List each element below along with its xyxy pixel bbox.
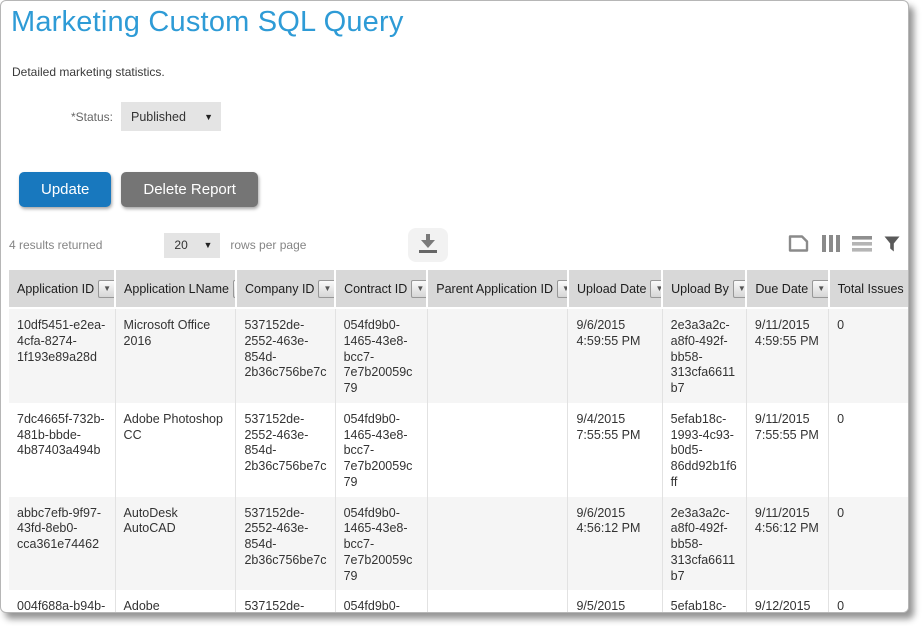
table-cell: 537152de-2552-463e-854d-2b36c756be7c (236, 590, 335, 613)
table-row: abbc7efb-9f97-43fd-8eb0-cca361e74462Auto… (9, 497, 908, 591)
table-cell: 0 (829, 590, 908, 613)
column-menu-button[interactable]: ▼ (557, 280, 568, 298)
column-header-label: Application LName (124, 282, 229, 296)
table-cell: 9/5/2015 3:15:27 AM (568, 590, 662, 613)
table-cell: 9/12/2015 3:15:27 AM (746, 590, 828, 613)
table-cell: 054fd9b0-1465-43e8-bcc7-7e7b20059c79 (335, 497, 427, 591)
status-select[interactable]: Published ▼ (121, 102, 221, 131)
page-title: Marketing Custom SQL Query (11, 6, 908, 39)
table-cell: 537152de-2552-463e-854d-2b36c756be7c (236, 497, 335, 591)
table-row: 004f688a-b94b-4ccf-86de-e4b9cbbb9cdeAdob… (9, 590, 908, 613)
results-count: 4 results returned (9, 238, 102, 252)
table-cell: 5efab18c-1993-4c93-b0d5-86dd92b1f6ff (662, 403, 746, 497)
update-button[interactable]: Update (19, 172, 111, 207)
columns-view-button[interactable] (822, 235, 840, 255)
column-header-label: Company ID (245, 282, 314, 296)
table-cell: 2e3a3a2c-a8f0-492f-bb58-313cfa6611b7 (662, 308, 746, 403)
table-cell: 9/6/2015 4:59:55 PM (568, 308, 662, 403)
column-menu-button[interactable]: ▼ (411, 280, 427, 298)
table-cell: Adobe Photoshop CC (115, 403, 236, 497)
table-cell: 537152de-2552-463e-854d-2b36c756be7c (236, 308, 335, 403)
table-view-icons (787, 234, 900, 256)
rows-view-button[interactable] (852, 236, 872, 255)
page-subtitle: Detailed marketing statistics. (12, 65, 908, 79)
table-cell (427, 308, 568, 403)
table-cell: 054fd9b0-1465-43e8-bcc7-7e7b20059c79 (335, 308, 427, 403)
table-cell: 9/6/2015 4:56:12 PM (568, 497, 662, 591)
column-header: Upload Date▼ (568, 270, 662, 308)
column-header-label: Application ID (17, 282, 94, 296)
column-header-label: Contract ID (344, 282, 407, 296)
column-header: Company ID ▼ (236, 270, 335, 308)
status-label: *Status: (1, 110, 113, 124)
table-cell: 054fd9b0-1465-43e8-bcc7-7e7b20059c79 (335, 590, 427, 613)
results-toolbar: 4 results returned 20 ▼ rows per page (9, 228, 900, 262)
column-header: Total Issues▼ (829, 270, 908, 308)
column-header-label: Total Issues (838, 282, 904, 296)
table-cell: 9/11/2015 4:59:55 PM (746, 308, 828, 403)
table-cell: 0 (829, 403, 908, 497)
chevron-down-icon: ▼ (203, 240, 212, 250)
page-size-select[interactable]: 20 ▼ (164, 233, 220, 258)
results-table: Application ID▼Application LName▼Company… (9, 270, 908, 613)
column-menu-button[interactable]: ▼ (812, 280, 828, 298)
export-page-button[interactable] (787, 234, 810, 256)
column-header-label: Parent Application ID (436, 282, 553, 296)
columns-icon (822, 235, 840, 255)
filter-icon (884, 236, 900, 255)
column-header: Application LName▼ (115, 270, 236, 308)
table-row: 7dc4665f-732b-481b-bbde-4b87403a494bAdob… (9, 403, 908, 497)
action-buttons: Update Delete Report (19, 172, 908, 207)
column-header: Upload By ▼ (662, 270, 746, 308)
delete-report-button[interactable]: Delete Report (121, 172, 258, 207)
table-cell: 5efab18c-1993-4c93-b0d5-86dd92b1f6ff (662, 590, 746, 613)
column-header: Application ID ▼ (9, 270, 115, 308)
filter-button[interactable] (884, 236, 900, 255)
table-cell: AutoDesk AutoCAD (115, 497, 236, 591)
table-cell: 537152de-2552-463e-854d-2b36c756be7c (236, 403, 335, 497)
table-cell: 7dc4665f-732b-481b-bbde-4b87403a494b (9, 403, 115, 497)
table-cell (427, 497, 568, 591)
page-icon (787, 234, 810, 256)
column-header-label: Upload Date (577, 282, 647, 296)
table-cell: 054fd9b0-1465-43e8-bcc7-7e7b20059c79 (335, 403, 427, 497)
column-menu-button[interactable]: ▼ (733, 280, 747, 298)
table-row: 10df5451-e2ea-4cfa-8274-1f193e89a28dMicr… (9, 308, 908, 403)
page-container: Marketing Custom SQL Query Detailed mark… (0, 0, 909, 613)
table-cell: abbc7efb-9f97-43fd-8eb0-cca361e74462 (9, 497, 115, 591)
table-cell: Adobe Dreamweaver CC (115, 590, 236, 613)
table-header-row: Application ID▼Application LName▼Company… (9, 270, 908, 308)
column-menu-button[interactable]: ▼ (650, 280, 662, 298)
column-header: Contract ID ▼ (335, 270, 427, 308)
table-cell: 9/4/2015 7:55:55 PM (568, 403, 662, 497)
column-header: Parent Application ID ▼ (427, 270, 568, 308)
table-cell: 9/11/2015 4:56:12 PM (746, 497, 828, 591)
table-cell: Microsoft Office 2016 (115, 308, 236, 403)
download-icon (417, 234, 439, 257)
chevron-down-icon: ▼ (204, 112, 213, 122)
column-header-label: Upload By (671, 282, 729, 296)
column-header: Due Date ▼ (746, 270, 828, 308)
table-cell: 10df5451-e2ea-4cfa-8274-1f193e89a28d (9, 308, 115, 403)
table-cell: 0 (829, 497, 908, 591)
results-table-wrap: Application ID▼Application LName▼Company… (9, 270, 908, 613)
column-menu-button[interactable]: ▼ (98, 280, 115, 298)
page-size-value: 20 (174, 238, 187, 252)
rows-icon (852, 236, 872, 255)
rows-per-page-label: rows per page (230, 238, 306, 252)
download-button[interactable] (408, 228, 448, 262)
table-cell: 004f688a-b94b-4ccf-86de-e4b9cbbb9cde (9, 590, 115, 613)
column-menu-button[interactable]: ▼ (318, 280, 335, 298)
status-select-value: Published (131, 110, 186, 124)
table-cell: 9/11/2015 7:55:55 PM (746, 403, 828, 497)
table-cell (427, 590, 568, 613)
column-header-label: Due Date (755, 282, 808, 296)
table-cell (427, 403, 568, 497)
status-row: *Status: Published ▼ (1, 102, 908, 131)
table-cell: 2e3a3a2c-a8f0-492f-bb58-313cfa6611b7 (662, 497, 746, 591)
table-cell: 0 (829, 308, 908, 403)
